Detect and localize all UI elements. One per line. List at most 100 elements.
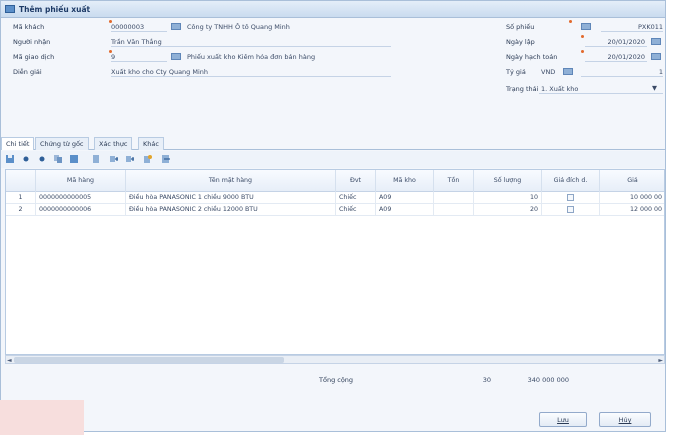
calendar-icon[interactable] xyxy=(651,53,661,60)
paste-icon[interactable] xyxy=(91,154,101,164)
grid-header: Mã hàng Tên mặt hàng Đvt Mã kho Tồn Số l… xyxy=(6,170,664,192)
customer-code-label: Mã khách xyxy=(13,23,45,31)
target-price-checkbox[interactable] xyxy=(567,206,574,213)
window-title: Thêm phiếu xuất xyxy=(19,5,91,14)
exchange-rate-field[interactable]: 1 xyxy=(581,66,663,77)
column-header-item-name[interactable]: Tên mặt hàng xyxy=(126,170,336,192)
item-grid: Mã hàng Tên mặt hàng Đvt Mã kho Tồn Số l… xyxy=(5,169,665,355)
cancel-button[interactable]: Hủy xyxy=(599,412,651,427)
export-voucher-window: Thêm phiếu xuất Mã khách 00000003 Công t… xyxy=(0,0,666,432)
scroll-right-icon[interactable]: ► xyxy=(658,357,663,364)
total-quantity: 30 xyxy=(482,376,491,384)
totals-bar: Tổng cộng 30 340 000 000 xyxy=(1,368,665,393)
created-date-value: 20/01/2020 xyxy=(607,38,645,46)
voucher-number-value: PXK011 xyxy=(637,23,663,31)
description-field[interactable]: Xuất kho cho Cty Quang Minh xyxy=(111,66,391,77)
column-header-quantity[interactable]: Số lượng xyxy=(474,170,542,192)
exchange-rate-value: 1 xyxy=(658,68,663,76)
unit-cell[interactable]: Chiếc xyxy=(336,204,376,216)
currency-lookup-icon[interactable] xyxy=(563,68,573,75)
table-row[interactable]: 2 0000000000006 Điều hòa PANASONIC 2 chi… xyxy=(6,204,664,216)
save-button[interactable]: Lưu xyxy=(539,412,587,427)
transaction-lookup-icon[interactable] xyxy=(171,53,181,60)
insert-icon[interactable] xyxy=(37,154,47,164)
move-down-icon[interactable] xyxy=(125,154,135,164)
posting-date-value: 20/01/2020 xyxy=(607,53,645,61)
delete-icon[interactable] xyxy=(69,154,79,164)
voucher-number-label: Số phiếu xyxy=(506,23,535,31)
receiver-label: Người nhận xyxy=(13,38,51,46)
attach-icon[interactable] xyxy=(143,154,153,164)
target-price-cell xyxy=(542,192,600,204)
tab-source-documents[interactable]: Chứng từ gốc xyxy=(35,137,89,150)
unit-cell[interactable]: Chiếc xyxy=(336,192,376,204)
quantity-cell[interactable]: 20 xyxy=(474,204,542,216)
horizontal-scrollbar[interactable]: ◄ ► xyxy=(5,355,665,364)
posting-date-label: Ngày hạch toán xyxy=(506,53,558,61)
column-header-target-price[interactable]: Giá đích d. xyxy=(542,170,600,192)
posting-date-field[interactable]: 20/01/2020 xyxy=(585,51,647,62)
stock-cell xyxy=(434,192,474,204)
customer-lookup-icon[interactable] xyxy=(171,23,181,30)
column-header-item-code[interactable]: Mã hàng xyxy=(36,170,126,192)
column-header-unit[interactable]: Đvt xyxy=(336,170,376,192)
title-bar: Thêm phiếu xuất xyxy=(1,1,665,18)
chevron-down-icon: ▼ xyxy=(652,84,657,92)
transaction-code-value: 9 xyxy=(111,53,116,61)
created-date-field[interactable]: 20/01/2020 xyxy=(585,36,647,47)
column-header-price[interactable]: Giá xyxy=(600,170,664,192)
scrollbar-thumb[interactable] xyxy=(14,357,284,363)
export-icon[interactable] xyxy=(161,154,171,164)
scroll-left-icon[interactable]: ◄ xyxy=(7,357,12,364)
status-value: 1. Xuất kho xyxy=(541,85,579,93)
add-icon[interactable] xyxy=(21,154,31,164)
move-up-icon[interactable] xyxy=(109,154,119,164)
price-cell[interactable]: 10 000 00 xyxy=(600,192,664,204)
item-name-cell[interactable]: Điều hòa PANASONIC 2 chiều 12000 BTU xyxy=(126,204,336,216)
price-cell[interactable]: 12 000 00 xyxy=(600,204,664,216)
transaction-code-field[interactable]: 9 xyxy=(111,51,167,62)
receiver-field[interactable]: Trần Văn Thắng xyxy=(111,36,391,47)
created-date-label: Ngày lập xyxy=(506,38,535,46)
window-icon xyxy=(5,5,15,13)
column-header-warehouse[interactable]: Mã kho xyxy=(376,170,434,192)
column-header-row-number xyxy=(6,170,36,192)
item-name-cell[interactable]: Điều hòa PANASONIC 1 chiều 9000 BTU xyxy=(126,192,336,204)
table-row[interactable]: 1 0000000000005 Điều hòa PANASONIC 1 chi… xyxy=(6,192,664,204)
save-icon[interactable] xyxy=(5,154,15,164)
currency-value: VND xyxy=(541,68,556,76)
row-number: 2 xyxy=(6,204,36,216)
calendar-icon[interactable] xyxy=(651,38,661,45)
grid-toolbar xyxy=(1,151,665,168)
tab-verification[interactable]: Xác thực xyxy=(94,137,133,150)
status-select[interactable]: 1. Xuất kho ▼ xyxy=(539,83,663,94)
warehouse-cell[interactable]: A09 xyxy=(376,204,434,216)
description-value: Xuất kho cho Cty Quang Minh xyxy=(111,68,209,76)
status-label: Trạng thái xyxy=(506,85,539,93)
target-price-checkbox[interactable] xyxy=(567,194,574,201)
warehouse-cell[interactable]: A09 xyxy=(376,192,434,204)
customer-code-field[interactable]: 00000003 xyxy=(111,21,167,32)
required-marker xyxy=(109,20,112,23)
detail-tabs: Chi tiết Chứng từ gốc Xác thực Khác xyxy=(1,136,665,150)
voucher-number-field[interactable]: PXK011 xyxy=(601,21,663,32)
target-price-cell xyxy=(542,204,600,216)
customer-code-value: 00000003 xyxy=(111,23,145,31)
required-marker xyxy=(581,35,584,38)
customer-name: Công ty TNHH Ô tô Quang Minh xyxy=(187,23,290,31)
required-marker xyxy=(581,50,584,53)
row-number: 1 xyxy=(6,192,36,204)
transaction-code-label: Mã giao dịch xyxy=(13,53,55,61)
item-code-cell[interactable]: 0000000000006 xyxy=(36,204,126,216)
decorative-corner xyxy=(0,400,84,435)
tab-other[interactable]: Khác xyxy=(138,137,164,150)
copy-icon[interactable] xyxy=(53,154,63,164)
item-code-cell[interactable]: 0000000000005 xyxy=(36,192,126,204)
stock-cell xyxy=(434,204,474,216)
quantity-cell[interactable]: 10 xyxy=(474,192,542,204)
column-header-stock[interactable]: Tồn xyxy=(434,170,474,192)
tab-detail[interactable]: Chi tiết xyxy=(1,137,35,150)
description-label: Diễn giải xyxy=(13,68,42,76)
total-amount: 340 000 000 xyxy=(527,376,569,384)
voucher-number-lookup-icon[interactable] xyxy=(581,23,591,30)
